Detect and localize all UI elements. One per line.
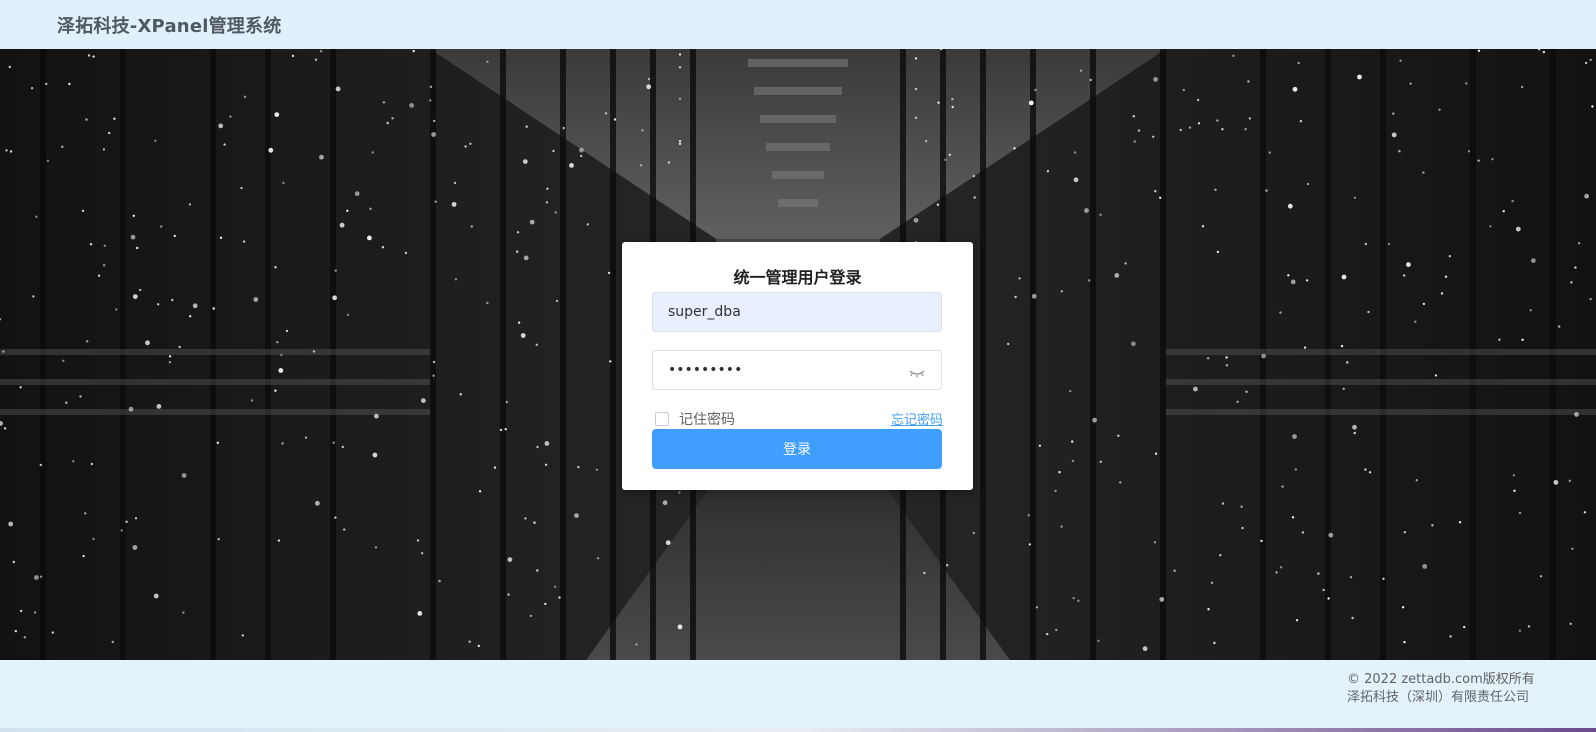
username-value: super_dba	[668, 304, 741, 320]
app-title: 泽拓科技-XPanel管理系统	[57, 15, 282, 37]
footer-company: 泽拓科技（深圳）有限责任公司	[1347, 690, 1530, 705]
page-footer: © 2022 zettadb.com版权所有 泽拓科技（深圳）有限责任公司	[0, 660, 1596, 732]
forgot-password-link[interactable]: 忘记密码	[891, 409, 943, 428]
remember-password[interactable]: 记住密码	[655, 409, 735, 429]
app-header: 泽拓科技-XPanel管理系统	[0, 0, 1596, 49]
password-value: •••••••••	[668, 362, 743, 378]
login-title: 统一管理用户登录	[733, 268, 862, 287]
footer-copyright: © 2022 zettadb.com版权所有	[1347, 672, 1535, 687]
username-input[interactable]: super_dba	[652, 292, 942, 332]
login-button[interactable]: 登录	[652, 429, 942, 469]
bottom-edge	[0, 728, 1596, 732]
login-card: 统一管理用户登录 super_dba ••••••••• 记住密码 忘记密码 登…	[622, 242, 973, 490]
remember-label: 记住密码	[679, 412, 735, 428]
eye-closed-icon[interactable]	[908, 364, 926, 378]
remember-checkbox[interactable]	[655, 412, 669, 426]
password-input[interactable]: •••••••••	[652, 350, 942, 390]
footer-text: © 2022 zettadb.com版权所有 泽拓科技（深圳）有限责任公司	[1347, 671, 1535, 707]
